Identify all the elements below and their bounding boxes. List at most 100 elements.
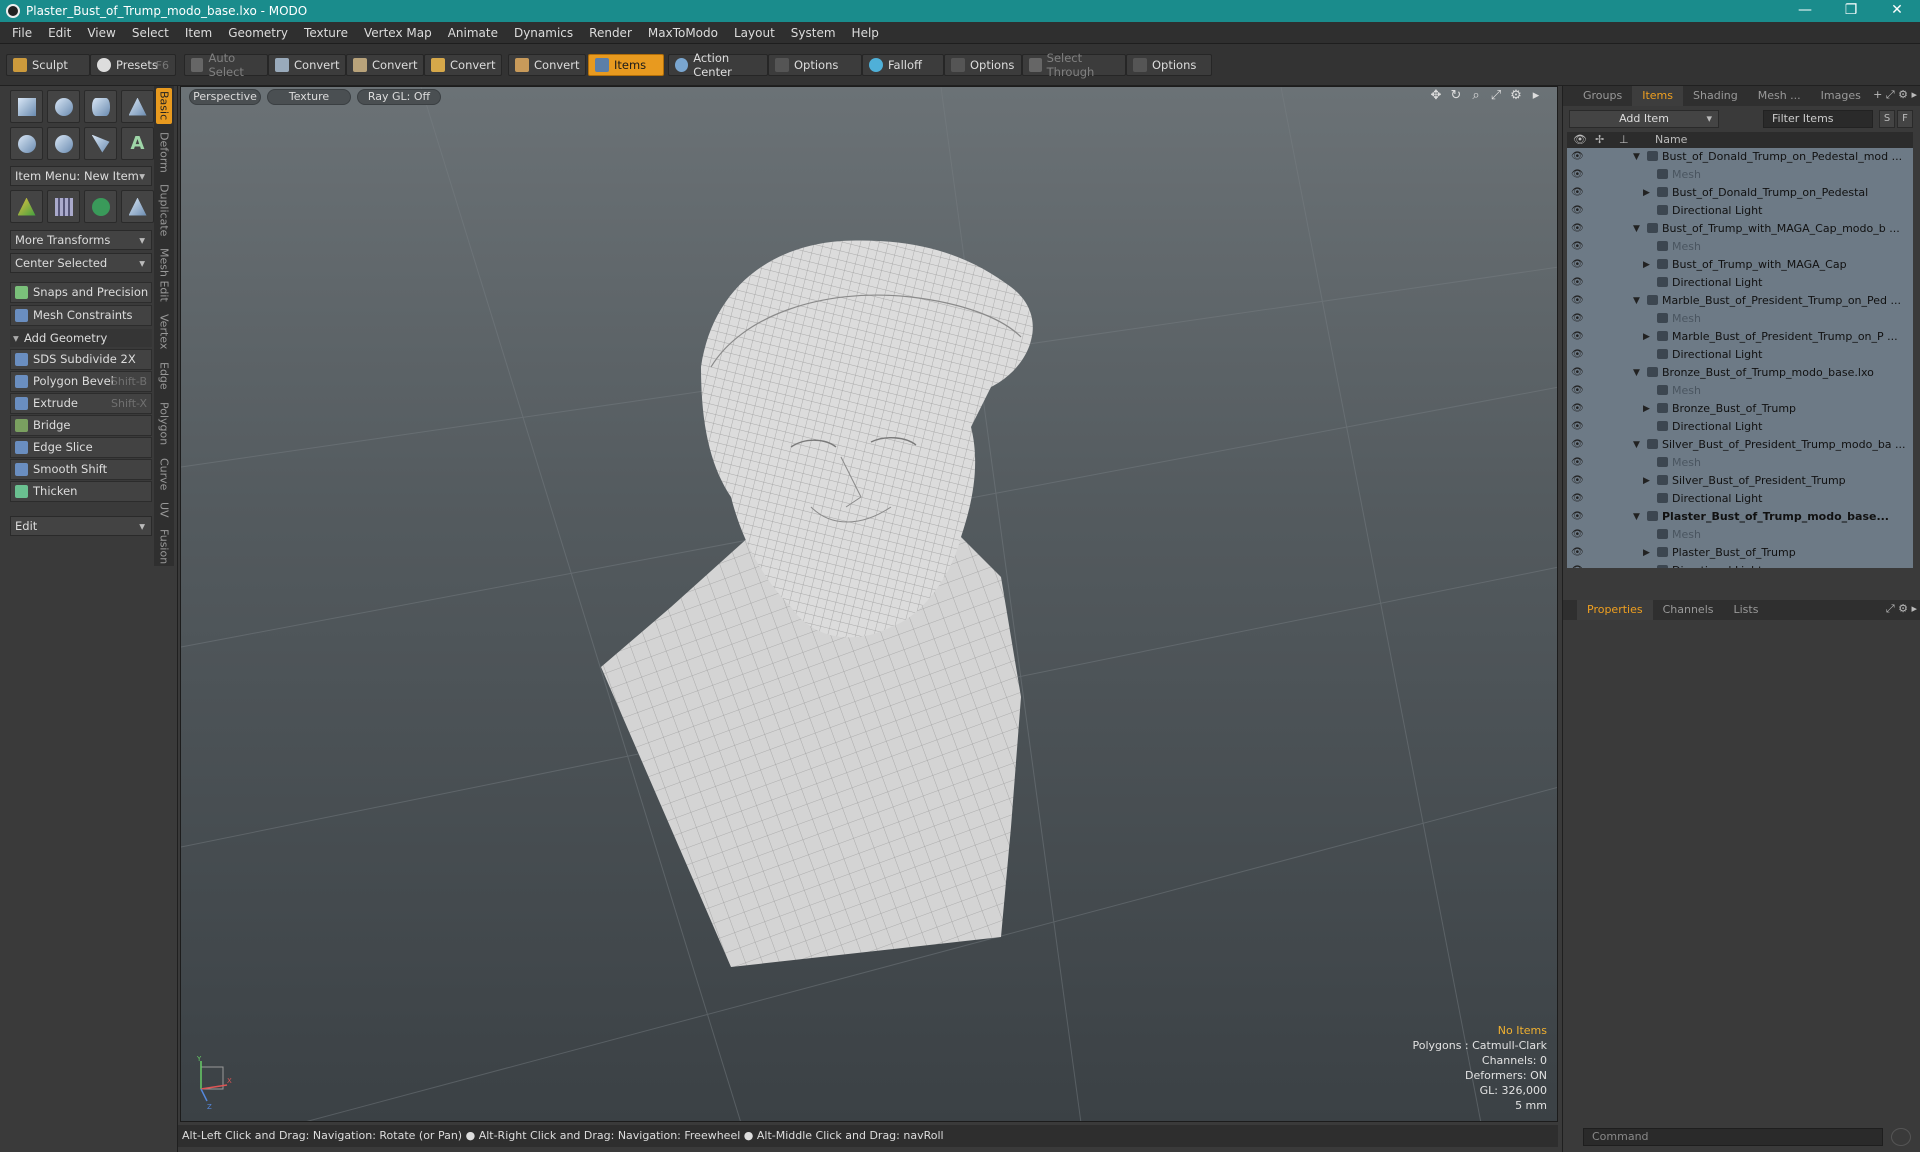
bridge-button[interactable]: Bridge xyxy=(10,415,152,436)
tree-row[interactable]: 👁 Mesh xyxy=(1567,454,1913,472)
options-select-button[interactable]: Options xyxy=(1126,54,1212,76)
globe-tool-button[interactable] xyxy=(84,190,117,223)
visibility-eye-icon[interactable]: 👁 xyxy=(1571,547,1584,559)
visibility-eye-icon[interactable]: 👁 xyxy=(1571,151,1584,163)
collapse-arrow-icon[interactable]: ▶ xyxy=(1643,328,1650,346)
visibility-eye-icon[interactable]: 👁 xyxy=(1571,205,1584,217)
sphere-primitive-button[interactable] xyxy=(47,90,80,123)
maximize-button[interactable]: ❐ xyxy=(1828,0,1874,22)
tree-row[interactable]: 👁 ▶ Plaster_Bust_of_Trump xyxy=(1567,544,1913,562)
tree-row[interactable]: 👁 Directional Light xyxy=(1567,274,1913,292)
cylinder-primitive-button[interactable] xyxy=(84,90,117,123)
tree-row[interactable]: 👁 Mesh xyxy=(1567,382,1913,400)
add-geometry-header[interactable]: Add Geometry xyxy=(10,329,152,347)
perspective-view-tab[interactable]: Perspective xyxy=(189,89,261,105)
vtab-vertex[interactable]: Vertex xyxy=(156,310,172,354)
render-column-icon[interactable]: ⊥ xyxy=(1619,133,1629,146)
visibility-eye-icon[interactable]: 👁 xyxy=(1571,187,1584,199)
options-falloff-button[interactable]: Options xyxy=(944,54,1022,76)
tree-row[interactable]: 👁 ▼ Bronze_Bust_of_Trump_modo_base.lxo xyxy=(1567,364,1913,382)
menu-maxtomodo[interactable]: MaxToModo xyxy=(640,22,726,44)
s-filter-button[interactable]: S xyxy=(1879,110,1895,128)
tree-row[interactable]: 👁 ▼ Bust_of_Trump_with_MAGA_Cap_modo_b ... xyxy=(1567,220,1913,238)
convert-edge-button[interactable]: Convert xyxy=(346,54,424,76)
visibility-eye-icon[interactable]: 👁 xyxy=(1571,349,1584,361)
vtab-uv[interactable]: UV xyxy=(156,498,172,522)
visibility-eye-icon[interactable]: 👁 xyxy=(1571,475,1584,487)
visibility-eye-icon[interactable]: 👁 xyxy=(1571,223,1584,235)
mesh-constraints-button[interactable]: Mesh Constraints xyxy=(10,305,152,326)
center-selected-dropdown[interactable]: Center Selected xyxy=(10,253,152,273)
tree-row[interactable]: 👁 ▶ Bronze_Bust_of_Trump xyxy=(1567,400,1913,418)
menu-layout[interactable]: Layout xyxy=(726,22,783,44)
pen-tool-button[interactable] xyxy=(84,127,117,160)
expand-arrow-icon[interactable]: ▼ xyxy=(1633,436,1640,454)
items-mode-button[interactable]: Items xyxy=(588,54,664,76)
presets-button[interactable]: Presets F6 xyxy=(90,54,176,76)
raygl-tab[interactable]: Ray GL: Off xyxy=(357,89,441,105)
collapse-arrow-icon[interactable]: ▶ xyxy=(1643,256,1650,274)
gear-icon[interactable]: ⚙ xyxy=(1509,89,1523,103)
lock-column-icon[interactable]: ✢ xyxy=(1595,133,1604,146)
menu-animate[interactable]: Animate xyxy=(440,22,506,44)
f-filter-button[interactable]: F xyxy=(1897,110,1913,128)
tab-items[interactable]: Items xyxy=(1632,86,1684,106)
command-history-button[interactable] xyxy=(1891,1128,1911,1146)
menu-select[interactable]: Select xyxy=(124,22,177,44)
visibility-eye-icon[interactable]: 👁 xyxy=(1571,403,1584,415)
visibility-eye-icon[interactable]: 👁 xyxy=(1571,313,1584,325)
move-view-icon[interactable]: ✥ xyxy=(1429,89,1443,103)
vtab-mesh-edit[interactable]: Mesh Edit xyxy=(156,244,172,306)
tab-mesh[interactable]: Mesh ... xyxy=(1748,86,1811,106)
vtab-polygon[interactable]: Polygon xyxy=(156,398,172,450)
visibility-eye-icon[interactable]: 👁 xyxy=(1571,169,1584,181)
visibility-eye-icon[interactable]: 👁 xyxy=(1571,529,1584,541)
vtab-basic[interactable]: Basic xyxy=(156,88,172,124)
snaps-precision-button[interactable]: Snaps and Precision xyxy=(10,282,152,303)
smooth-shift-button[interactable]: Smooth Shift xyxy=(10,459,152,480)
menu-edit[interactable]: Edit xyxy=(40,22,79,44)
visibility-eye-icon[interactable]: 👁 xyxy=(1571,439,1584,451)
tree-row[interactable]: 👁 ▶ Bust_of_Trump_with_MAGA_Cap xyxy=(1567,256,1913,274)
menu-system[interactable]: System xyxy=(783,22,844,44)
tree-row[interactable]: 👁 Mesh xyxy=(1567,310,1913,328)
panel-menu-icons[interactable]: + ⤢ ⚙ ▸ xyxy=(1873,88,1917,102)
tree-row[interactable]: 👁 ▶ Silver_Bust_of_President_Trump xyxy=(1567,472,1913,490)
fit-view-icon[interactable]: ⤢ xyxy=(1489,89,1503,103)
convert-material-button[interactable]: Convert xyxy=(508,54,586,76)
vtab-fusion[interactable]: Fusion xyxy=(156,526,172,568)
menu-geometry[interactable]: Geometry xyxy=(220,22,296,44)
visibility-eye-icon[interactable]: 👁 xyxy=(1571,241,1584,253)
sculpt-button[interactable]: Sculpt xyxy=(6,54,90,76)
menu-vertex-map[interactable]: Vertex Map xyxy=(356,22,440,44)
menu-item[interactable]: Item xyxy=(177,22,220,44)
tree-row[interactable]: 👁 Directional Light xyxy=(1567,202,1913,220)
select-through-button[interactable]: Select Through xyxy=(1022,51,1126,79)
tree-row[interactable]: 👁 Directional Light xyxy=(1567,346,1913,364)
visibility-eye-icon[interactable]: 👁 xyxy=(1571,493,1584,505)
menu-file[interactable]: File xyxy=(4,22,40,44)
visibility-eye-icon[interactable]: 👁 xyxy=(1571,331,1584,343)
more-transforms-dropdown[interactable]: More Transforms xyxy=(10,230,152,250)
sds-subdivide-button[interactable]: SDS Subdivide 2X xyxy=(10,349,152,370)
minimize-button[interactable]: — xyxy=(1782,0,1828,22)
name-column-header[interactable]: Name xyxy=(1655,133,1687,146)
visibility-eye-icon[interactable]: 👁 xyxy=(1571,259,1584,271)
tab-lists[interactable]: Lists xyxy=(1724,600,1769,620)
action-center-button[interactable]: Action Center xyxy=(668,51,768,79)
collapse-arrow-icon[interactable]: ▶ xyxy=(1643,184,1650,202)
menu-render[interactable]: Render xyxy=(581,22,640,44)
tree-row[interactable]: 👁 Mesh xyxy=(1567,526,1913,544)
visibility-eye-icon[interactable]: 👁 xyxy=(1571,385,1584,397)
pyramid-tool-button[interactable] xyxy=(121,190,154,223)
item-menu-dropdown[interactable]: Item Menu: New Item xyxy=(10,166,152,186)
cube-primitive-button[interactable] xyxy=(10,90,43,123)
collapse-arrow-icon[interactable]: ▶ xyxy=(1643,544,1650,562)
play-icon[interactable]: ▸ xyxy=(1529,89,1543,103)
properties-menu-icons[interactable]: ⤢ ⚙ ▸ xyxy=(1886,602,1917,616)
torus-primitive-button[interactable] xyxy=(10,127,43,160)
visibility-eye-icon[interactable]: 👁 xyxy=(1571,565,1584,568)
tree-row[interactable]: 👁 ▼ Bust_of_Donald_Trump_on_Pedestal_mod .… xyxy=(1567,148,1913,166)
expand-arrow-icon[interactable]: ▼ xyxy=(1633,364,1640,382)
cone-primitive-button[interactable] xyxy=(121,90,154,123)
